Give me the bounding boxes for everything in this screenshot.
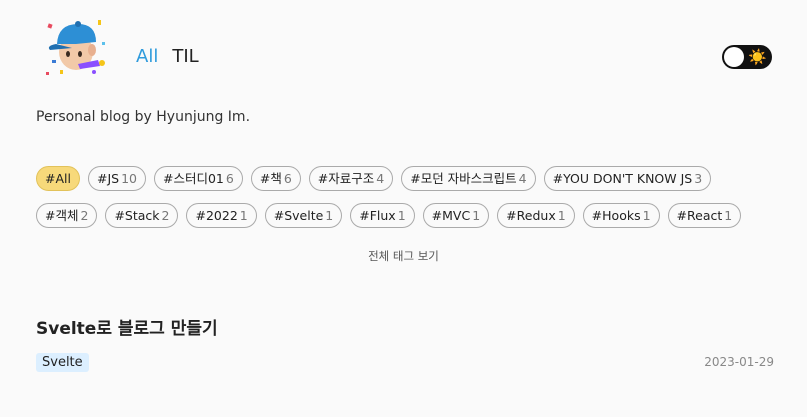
tag-name: #All [45, 171, 71, 186]
tag-name: #스터디01 [163, 171, 224, 186]
tag-name: #Flux [359, 208, 396, 223]
post-title[interactable]: Svelte로 블로그 만들기 [36, 314, 774, 339]
avatar[interactable] [46, 16, 108, 78]
tag-name: #2022 [195, 208, 238, 223]
tag-list: #All #JS 10 #스터디01 6 #책 6 #자료구조 4 #모던 자바스크립트 4 #YOU… [36, 166, 776, 228]
tag-chip[interactable]: #객체 2 [36, 203, 98, 228]
tag-count: 4 [518, 171, 527, 186]
site-header: All TIL ☀️ [36, 10, 774, 100]
post-item: Svelte로 블로그 만들기 Svelte 2023-01-29 [36, 314, 774, 375]
tag-chip[interactable]: #Flux 1 [350, 203, 415, 228]
tag-chip[interactable]: #React 1 [667, 203, 742, 228]
tag-name: #책 [259, 171, 282, 186]
tag-chip[interactable]: #Svelte 1 [264, 203, 343, 228]
tag-count: 6 [225, 171, 234, 186]
nav-item-til[interactable]: TIL [172, 46, 198, 67]
tag-count: 6 [283, 171, 292, 186]
toggle-knob [724, 47, 744, 67]
tag-count: 2 [161, 208, 170, 223]
tag-chip[interactable]: #MVC 1 [422, 203, 490, 228]
tag-count: 4 [376, 171, 385, 186]
tag-chip[interactable]: #모던 자바스크립트 4 [401, 166, 536, 191]
blog-description: Personal blog by Hyunjung Im. [36, 109, 251, 125]
tag-count: 1 [472, 208, 481, 223]
tag-count: 10 [121, 171, 137, 186]
view-all-tags-link[interactable]: 전체 태그 보기 [0, 248, 807, 264]
tag-chip[interactable]: #스터디01 6 [154, 166, 243, 191]
post-meta: Svelte 2023-01-29 [36, 353, 774, 375]
tag-chip[interactable]: #책 6 [250, 166, 301, 191]
post-tag[interactable]: Svelte [36, 353, 89, 372]
tag-name: #YOU DON'T KNOW JS [552, 171, 693, 186]
theme-toggle[interactable]: ☀️ [722, 45, 772, 69]
tag-chip[interactable]: #2022 1 [186, 203, 257, 228]
tag-name: #Hooks [591, 208, 641, 223]
tag-count: 1 [724, 208, 733, 223]
tag-name: #Stack [114, 208, 160, 223]
sun-icon: ☀️ [748, 48, 767, 66]
tag-chip[interactable]: #JS 10 [87, 166, 146, 191]
tag-count: 3 [694, 171, 703, 186]
tag-chip[interactable]: #Hooks 1 [582, 203, 660, 228]
tag-name: #모던 자바스크립트 [410, 171, 517, 186]
tag-count: 2 [80, 208, 89, 223]
tag-name: #React [676, 208, 723, 223]
tag-name: #JS [96, 171, 120, 186]
tag-chip[interactable]: #Stack 2 [105, 203, 179, 228]
tag-chip[interactable]: #자료구조 4 [308, 166, 394, 191]
nav-item-all[interactable]: All [136, 46, 158, 67]
tag-count: 1 [397, 208, 406, 223]
tag-name: #자료구조 [317, 171, 375, 186]
main-nav: All TIL [136, 46, 199, 67]
tag-name: #Redux [506, 208, 556, 223]
tag-chip[interactable]: #Redux 1 [497, 203, 575, 228]
tag-count: 1 [239, 208, 248, 223]
tag-count: 1 [642, 208, 651, 223]
tag-name: #객체 [45, 208, 79, 223]
tag-chip[interactable]: #All [36, 166, 80, 191]
tag-name: #MVC [431, 208, 471, 223]
tag-count: 1 [557, 208, 566, 223]
tag-count: 1 [325, 208, 334, 223]
tag-chip[interactable]: #YOU DON'T KNOW JS 3 [543, 166, 712, 191]
tag-name: #Svelte [273, 208, 324, 223]
post-date: 2023-01-29 [704, 355, 774, 369]
